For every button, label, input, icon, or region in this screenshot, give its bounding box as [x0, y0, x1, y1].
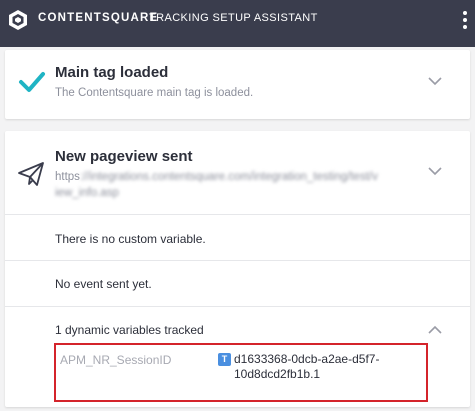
divider	[5, 214, 470, 215]
chevron-down-icon[interactable]	[428, 167, 442, 176]
paper-plane-icon	[18, 162, 44, 186]
custom-variables-text: There is no custom variable.	[55, 232, 206, 246]
app-header: CONTENTSQUARE TRACKING SETUP ASSISTANT	[0, 0, 475, 47]
app-title: TRACKING SETUP ASSISTANT	[149, 12, 318, 24]
divider	[5, 306, 470, 307]
pageview-url: https://integrations.contentsquare.com/i…	[55, 169, 380, 201]
dynamic-variables-header[interactable]: 1 dynamic variables tracked	[55, 323, 204, 337]
url-blurred: ://integrations.contentsquare.com/integr…	[55, 171, 378, 199]
check-icon	[19, 72, 45, 92]
main-tag-subtitle: The Contentsquare main tag is loaded.	[55, 87, 254, 99]
chevron-down-icon[interactable]	[428, 77, 442, 86]
pageview-title: New pageview sent	[55, 148, 193, 165]
variable-name: APM_NR_SessionID	[60, 353, 172, 367]
divider	[5, 260, 470, 261]
events-text: No event sent yet.	[55, 277, 152, 291]
pageview-card: New pageview sent https://integrations.c…	[5, 131, 470, 407]
contentsquare-logo-icon	[9, 10, 27, 30]
dynamic-variable-row: APM_NR_SessionID T d1633368-0dcb-a2ae-d5…	[54, 343, 428, 402]
vertical-dots-icon[interactable]	[462, 11, 468, 31]
url-prefix: https	[55, 171, 80, 183]
main-tag-card[interactable]: Main tag loaded The Contentsquare main t…	[5, 50, 470, 119]
variable-value: d1633368-0dcb-a2ae-d5f7-10d8dcd2fb1b.1	[234, 352, 380, 381]
brand-name: CONTENTSQUARE	[38, 12, 159, 24]
text-type-badge: T	[218, 353, 231, 366]
main-tag-title: Main tag loaded	[55, 64, 169, 81]
chevron-up-icon[interactable]	[428, 325, 442, 334]
